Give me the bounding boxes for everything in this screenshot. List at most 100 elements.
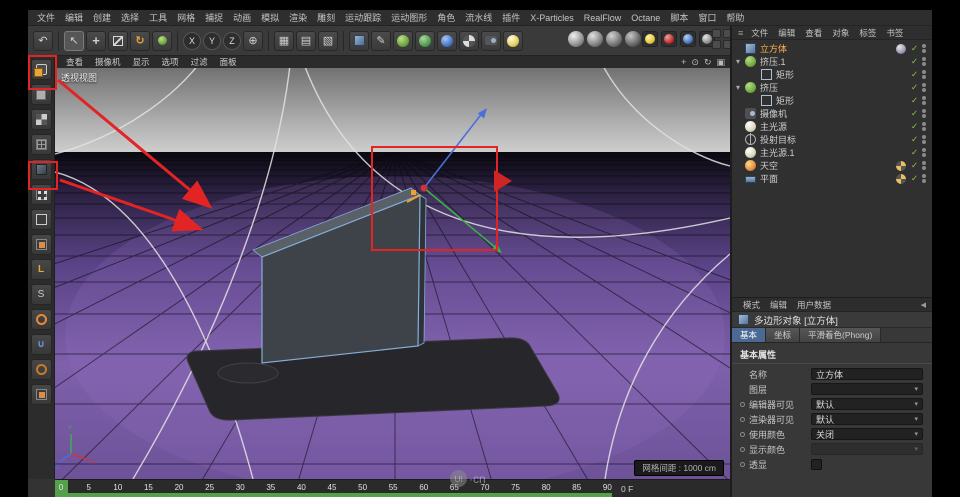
polygons-mode-button[interactable] bbox=[30, 234, 52, 255]
disc-object[interactable] bbox=[217, 362, 279, 384]
phong-tag-icon[interactable] bbox=[896, 43, 906, 54]
make-editable-button[interactable] bbox=[30, 59, 52, 80]
undo-button[interactable]: ↶ bbox=[33, 30, 53, 51]
menu-realflow[interactable]: RealFlow bbox=[579, 13, 627, 23]
vp-menu-filter[interactable]: 过滤 bbox=[185, 56, 214, 68]
enable-axis-button[interactable]: L bbox=[30, 259, 52, 280]
interactive-render-region-icon[interactable] bbox=[661, 31, 677, 47]
object-row-sky[interactable]: 天空 ✓ bbox=[732, 159, 932, 172]
render-settings-button[interactable]: ▧ bbox=[318, 30, 338, 51]
viewport-3d-scene[interactable]: X Y Z bbox=[55, 56, 730, 479]
current-frame-field[interactable]: 0 F bbox=[621, 484, 633, 494]
subdivision-surface-button[interactable] bbox=[393, 30, 413, 51]
om-menu-tags[interactable]: 标签 bbox=[854, 27, 881, 39]
model-mode-button[interactable] bbox=[30, 84, 52, 105]
enabled-check-icon[interactable]: ✓ bbox=[909, 56, 920, 67]
om-menu-edit[interactable]: 编辑 bbox=[773, 27, 800, 39]
generator-button[interactable] bbox=[415, 30, 435, 51]
render-picture-viewer-button[interactable]: ▤ bbox=[296, 30, 316, 51]
vp-menu-display[interactable]: 显示 bbox=[127, 56, 156, 68]
visibility-dots[interactable] bbox=[920, 148, 928, 157]
tab-phong[interactable]: 平滑着色(Phong) bbox=[800, 328, 882, 342]
om-menu-file[interactable]: 文件 bbox=[746, 27, 773, 39]
menu-xparticles[interactable]: X-Particles bbox=[525, 13, 579, 23]
object-row-camera[interactable]: 摄像机 ✓ bbox=[732, 107, 932, 120]
quick-shading-icon[interactable] bbox=[587, 31, 603, 47]
enabled-check-icon[interactable]: ✓ bbox=[909, 95, 920, 106]
hamburger-icon[interactable]: ≡ bbox=[735, 28, 746, 38]
menu-animate[interactable]: 动画 bbox=[228, 11, 256, 24]
render-visibility-dropdown[interactable]: 默认 ▾ bbox=[811, 413, 923, 425]
enabled-check-icon[interactable]: ✓ bbox=[909, 43, 920, 54]
timeline-range-bar[interactable] bbox=[55, 493, 612, 497]
basic-properties-header[interactable]: 基本属性 bbox=[732, 343, 932, 364]
coordinate-system-button[interactable]: ⊕ bbox=[243, 30, 263, 51]
collapse-icon[interactable]: ◀ bbox=[921, 301, 932, 309]
visibility-dots[interactable] bbox=[920, 57, 928, 66]
menu-simulate[interactable]: 模拟 bbox=[256, 11, 284, 24]
visibility-dots[interactable] bbox=[920, 70, 928, 79]
menu-sculpt[interactable]: 雕刻 bbox=[312, 11, 340, 24]
render-view-button[interactable]: ▦ bbox=[274, 30, 294, 51]
workplane-mode-button[interactable] bbox=[30, 134, 52, 155]
object-mode-button[interactable] bbox=[30, 159, 52, 180]
om-menu-objects[interactable]: 对象 bbox=[827, 27, 854, 39]
tab-basic[interactable]: 基本 bbox=[732, 328, 767, 342]
menu-character[interactable]: 角色 bbox=[432, 11, 460, 24]
object-row-cube[interactable]: 立方体 ✓ bbox=[732, 42, 932, 55]
move-tool-button[interactable]: + bbox=[86, 30, 106, 51]
xray-checkbox[interactable] bbox=[811, 458, 822, 470]
enabled-check-icon[interactable]: ✓ bbox=[909, 134, 920, 145]
workplane-snap-button[interactable] bbox=[30, 359, 52, 380]
enabled-check-icon[interactable]: ✓ bbox=[909, 121, 920, 132]
material-button[interactable] bbox=[459, 30, 479, 51]
scale-tool-button[interactable] bbox=[108, 30, 128, 51]
gizmo-origin-handle[interactable] bbox=[420, 184, 428, 192]
vp-menu-camera[interactable]: 摄像机 bbox=[89, 56, 127, 68]
menu-file[interactable]: 文件 bbox=[32, 11, 60, 24]
expander-icon[interactable]: ▾ bbox=[736, 57, 745, 66]
visibility-dots[interactable] bbox=[920, 44, 928, 53]
use-color-dropdown[interactable]: 关闭 ▾ bbox=[811, 428, 923, 440]
visibility-dots[interactable] bbox=[920, 135, 928, 144]
x-axis-lock-button[interactable]: X bbox=[183, 31, 201, 50]
perspective-viewport[interactable]: X Y Z 查看 摄像机 显示 选项 过滤 面板 + ⊙ ↻ ▣ 透视视图 网格… bbox=[55, 56, 730, 479]
viewport-solo-button[interactable] bbox=[30, 309, 52, 330]
menu-edit[interactable]: 编辑 bbox=[60, 11, 88, 24]
enabled-check-icon[interactable]: ✓ bbox=[909, 82, 920, 93]
symmetry-button[interactable]: S bbox=[30, 284, 52, 305]
menu-snap[interactable]: 捕捉 bbox=[200, 11, 228, 24]
locked-workplane-button[interactable] bbox=[30, 384, 52, 405]
menu-script[interactable]: 脚本 bbox=[665, 11, 693, 24]
rotate-tool-button[interactable]: ↻ bbox=[130, 30, 150, 51]
object-row-mainlight[interactable]: 主光源 ✓ bbox=[732, 120, 932, 133]
layout-icon[interactable] bbox=[712, 29, 721, 38]
visibility-dots[interactable] bbox=[920, 122, 928, 131]
vp-menu-view[interactable]: 查看 bbox=[60, 56, 89, 68]
stereo-view-icon[interactable] bbox=[680, 31, 696, 47]
name-input[interactable]: 立方体 bbox=[811, 368, 923, 380]
keyframe-dot[interactable] bbox=[740, 446, 745, 452]
enabled-check-icon[interactable]: ✓ bbox=[909, 147, 920, 158]
menu-render[interactable]: 渲染 bbox=[284, 11, 312, 24]
layout-icon[interactable] bbox=[712, 40, 721, 49]
menu-tools[interactable]: 工具 bbox=[144, 11, 172, 24]
pan-view-icon[interactable]: + bbox=[681, 56, 686, 68]
zoom-view-icon[interactable]: ⊙ bbox=[691, 56, 699, 68]
display-color-dropdown[interactable]: ▾ bbox=[811, 443, 923, 455]
last-tool-button[interactable] bbox=[152, 30, 172, 51]
keyframe-dot[interactable] bbox=[740, 401, 745, 407]
menu-help[interactable]: 帮助 bbox=[721, 11, 749, 24]
layer-dropdown[interactable]: ▾ bbox=[811, 383, 923, 395]
cube-primitive-button[interactable] bbox=[349, 30, 369, 51]
object-row-plane[interactable]: 平面 ✓ bbox=[732, 172, 932, 185]
attr-menu-userdata[interactable]: 用户数据 bbox=[792, 299, 836, 311]
menu-plugins[interactable]: 插件 bbox=[497, 11, 525, 24]
object-row-target[interactable]: 投射目标 ✓ bbox=[732, 133, 932, 146]
keyframe-dot[interactable] bbox=[740, 416, 745, 422]
object-row-extrude[interactable]: ▾ 挤压 ✓ bbox=[732, 81, 932, 94]
default-light-icon[interactable] bbox=[642, 31, 658, 47]
vp-menu-panel[interactable]: 面板 bbox=[214, 56, 243, 68]
spline-pen-button[interactable]: ✎ bbox=[371, 30, 391, 51]
tab-coordinates[interactable]: 坐标 bbox=[766, 328, 801, 342]
